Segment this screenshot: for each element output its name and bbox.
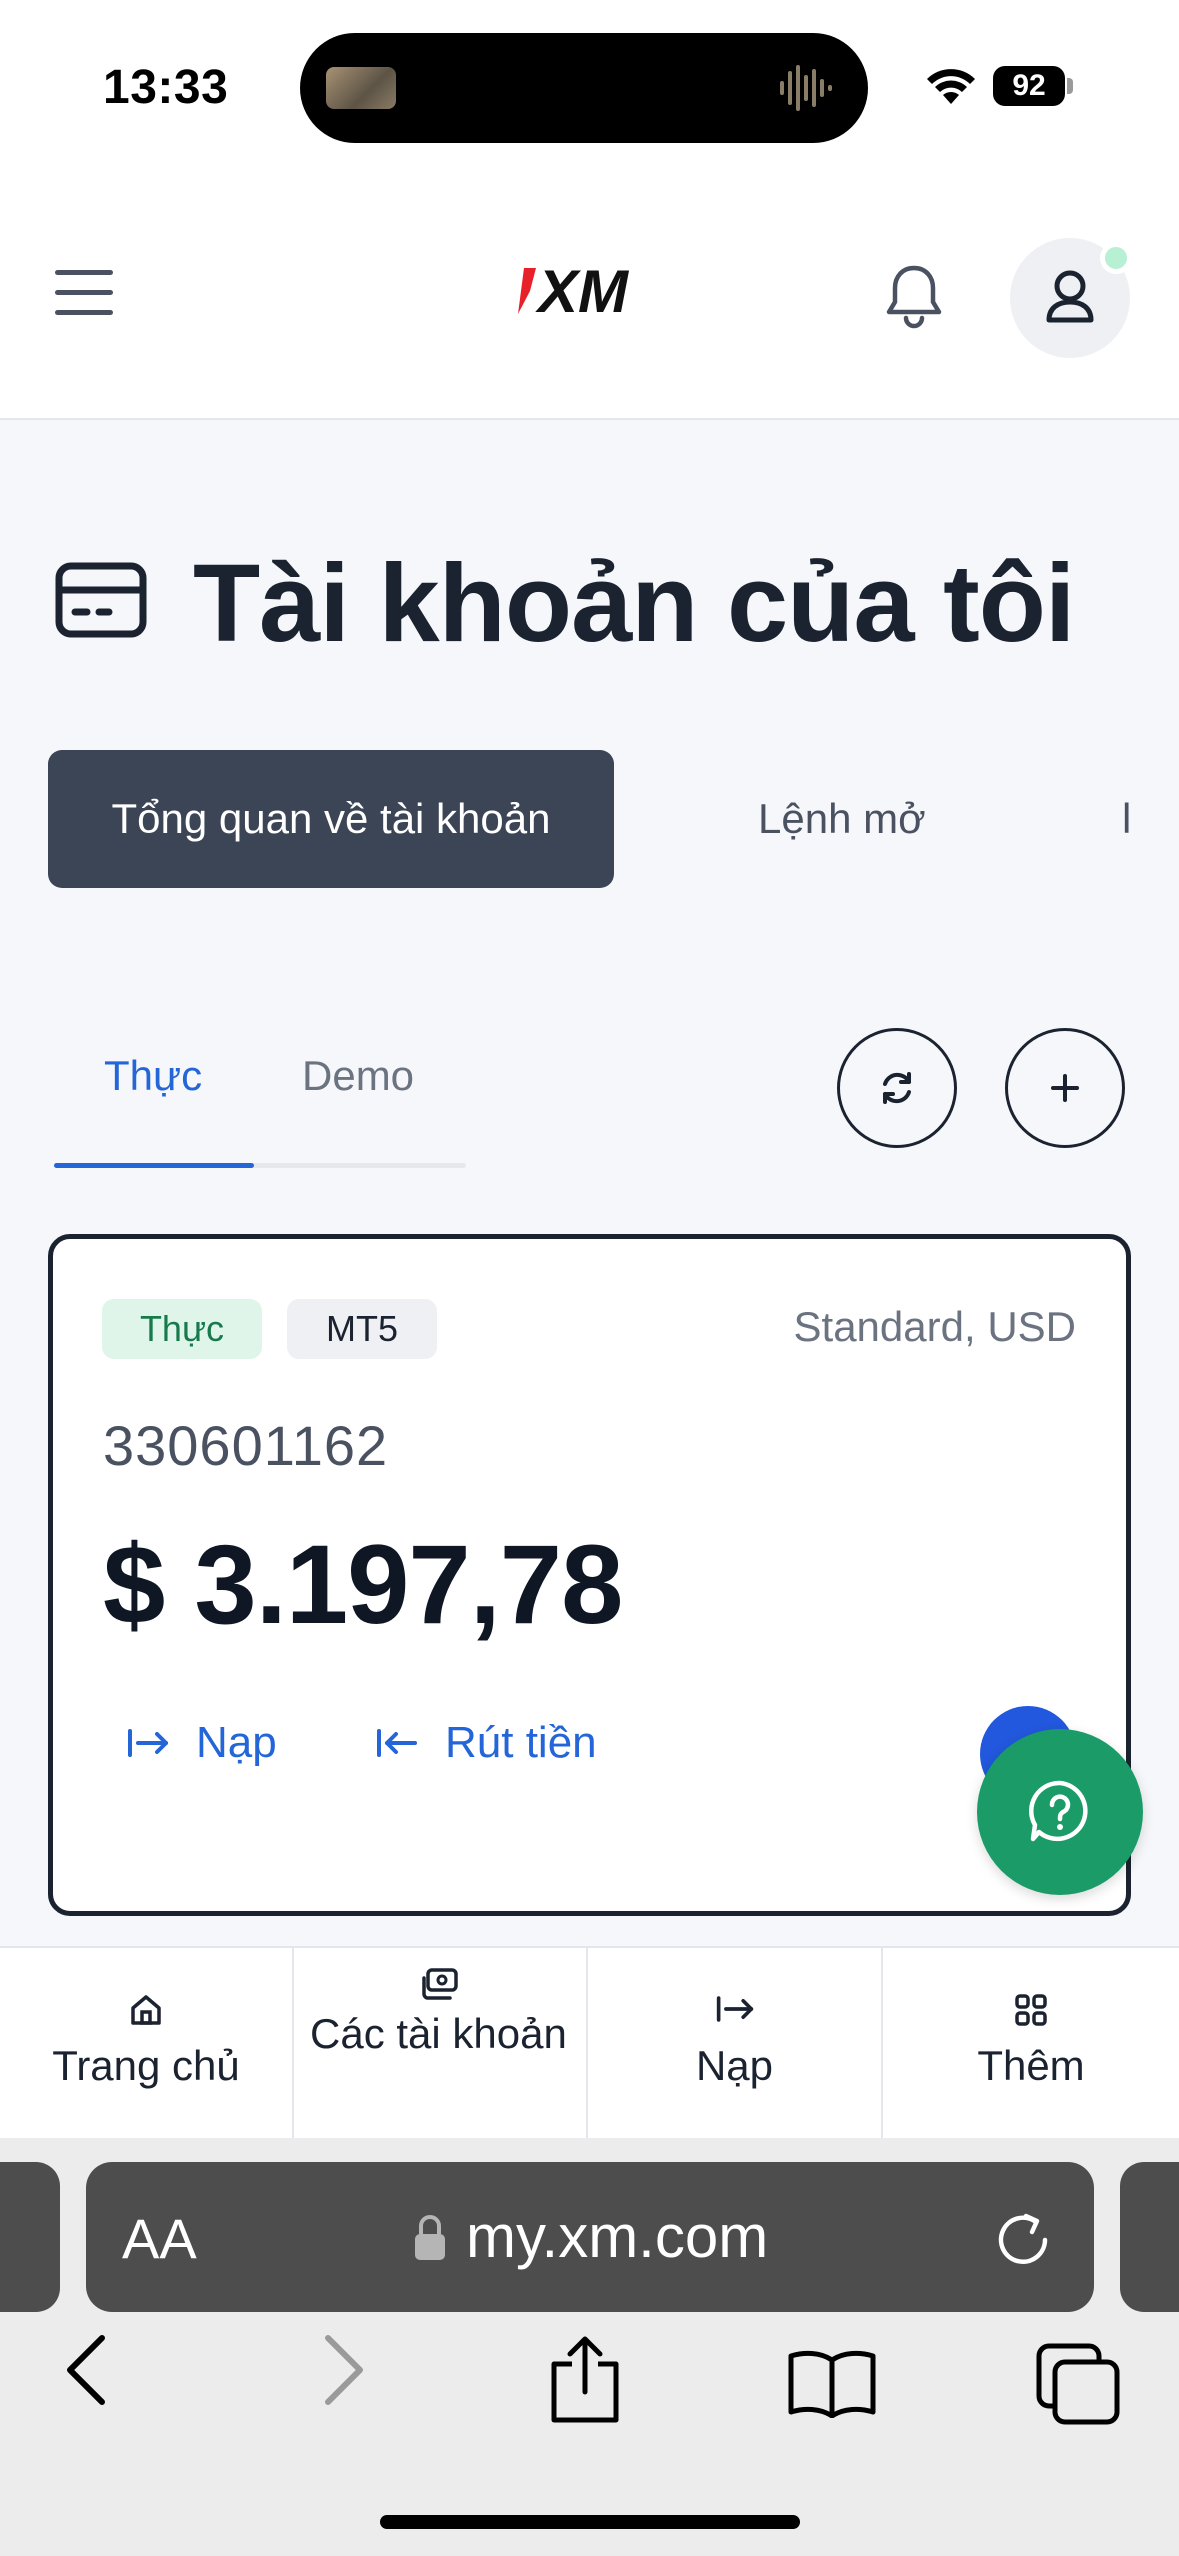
subtab-demo[interactable]: Demo	[302, 1052, 414, 1100]
help-chat-icon	[1029, 1780, 1088, 1842]
hamburger-icon[interactable]	[55, 270, 113, 316]
grid-icon	[1015, 1994, 1047, 2026]
bottom-nav: Trang chủ Các tài khoản Nạp Thêm	[0, 1946, 1179, 2140]
deposit-button[interactable]: Nạp	[126, 1718, 277, 1768]
share-icon[interactable]	[548, 2334, 622, 2426]
wifi-icon	[927, 69, 975, 104]
deposit-arrow-icon	[128, 1729, 168, 1757]
add-account-button[interactable]	[1005, 1028, 1125, 1148]
nav-deposit[interactable]: Nạp	[588, 1948, 883, 2140]
badge-platform: MT5	[287, 1299, 437, 1359]
dynamic-island	[300, 33, 868, 143]
text-size-button[interactable]: AA	[122, 2206, 197, 2271]
status-time: 13:33	[103, 61, 229, 114]
bookmarks-icon[interactable]	[786, 2346, 878, 2418]
plus-icon	[1051, 1074, 1079, 1102]
reload-icon[interactable]	[990, 2202, 1056, 2272]
withdraw-arrow-icon	[377, 1729, 417, 1757]
nav-more-label: Thêm	[977, 2042, 1085, 2089]
withdraw-button[interactable]: Rút tiền	[375, 1718, 597, 1768]
lock-icon	[415, 2215, 445, 2260]
badge-real: Thực	[102, 1299, 262, 1359]
bell-icon[interactable]	[884, 262, 944, 330]
audio-waveform-icon	[780, 65, 832, 111]
online-status-dot	[1100, 242, 1132, 274]
previous-tab-preview[interactable]	[0, 2162, 60, 2312]
home-indicator	[380, 2515, 800, 2529]
refresh-button[interactable]	[837, 1028, 957, 1148]
nav-deposit-label: Nạp	[695, 2042, 774, 2089]
account-type: Standard, USD	[793, 1303, 1076, 1350]
tab-account-overview[interactable]: Tổng quan về tài khoản	[48, 750, 614, 888]
battery-tip	[1067, 78, 1073, 94]
nav-accounts[interactable]: Các tài khoản	[294, 1948, 588, 2140]
home-icon	[131, 1995, 161, 2025]
now-playing-thumbnail	[326, 67, 396, 109]
next-tab-preview[interactable]	[1120, 2162, 1179, 2312]
nav-home[interactable]: Trang chủ	[0, 1948, 294, 2140]
forward-icon[interactable]	[318, 2330, 368, 2410]
tab-next[interactable]: l	[1122, 750, 1131, 888]
back-icon[interactable]	[62, 2330, 112, 2410]
tabs-icon[interactable]	[1035, 2342, 1123, 2426]
nav-more[interactable]: Thêm	[883, 1948, 1179, 2140]
address-bar[interactable]: AA my.xm.com	[86, 2162, 1094, 2312]
battery-indicator: 92	[993, 66, 1065, 106]
status-bar: 13:33 92	[0, 0, 1179, 170]
deposit-label: Nạp	[196, 1718, 277, 1767]
url-text: my.xm.com	[466, 2203, 769, 2270]
accounts-icon	[422, 1968, 458, 2000]
withdraw-label: Rút tiền	[445, 1718, 597, 1767]
deposit-arrow-icon	[716, 1996, 753, 2022]
page-title: Tài khoản của tôi	[193, 542, 1075, 665]
refresh-icon	[883, 1072, 911, 1104]
xm-logo[interactable]: XM	[516, 258, 666, 324]
account-number: 330601162	[103, 1414, 389, 1477]
tab-open-orders[interactable]: Lệnh mở	[758, 750, 926, 888]
help-chat-button[interactable]	[977, 1729, 1143, 1895]
svg-text:XM: XM	[535, 258, 630, 324]
card-icon	[55, 562, 147, 638]
app-header: XM	[0, 170, 1179, 420]
subtab-active-indicator	[54, 1163, 254, 1168]
nav-accounts-label: Các tài khoản	[310, 2010, 567, 2057]
subtab-real[interactable]: Thực	[104, 1052, 202, 1100]
account-balance: $ 3.197,78	[103, 1522, 623, 1647]
nav-home-label: Trang chủ	[52, 2042, 240, 2089]
